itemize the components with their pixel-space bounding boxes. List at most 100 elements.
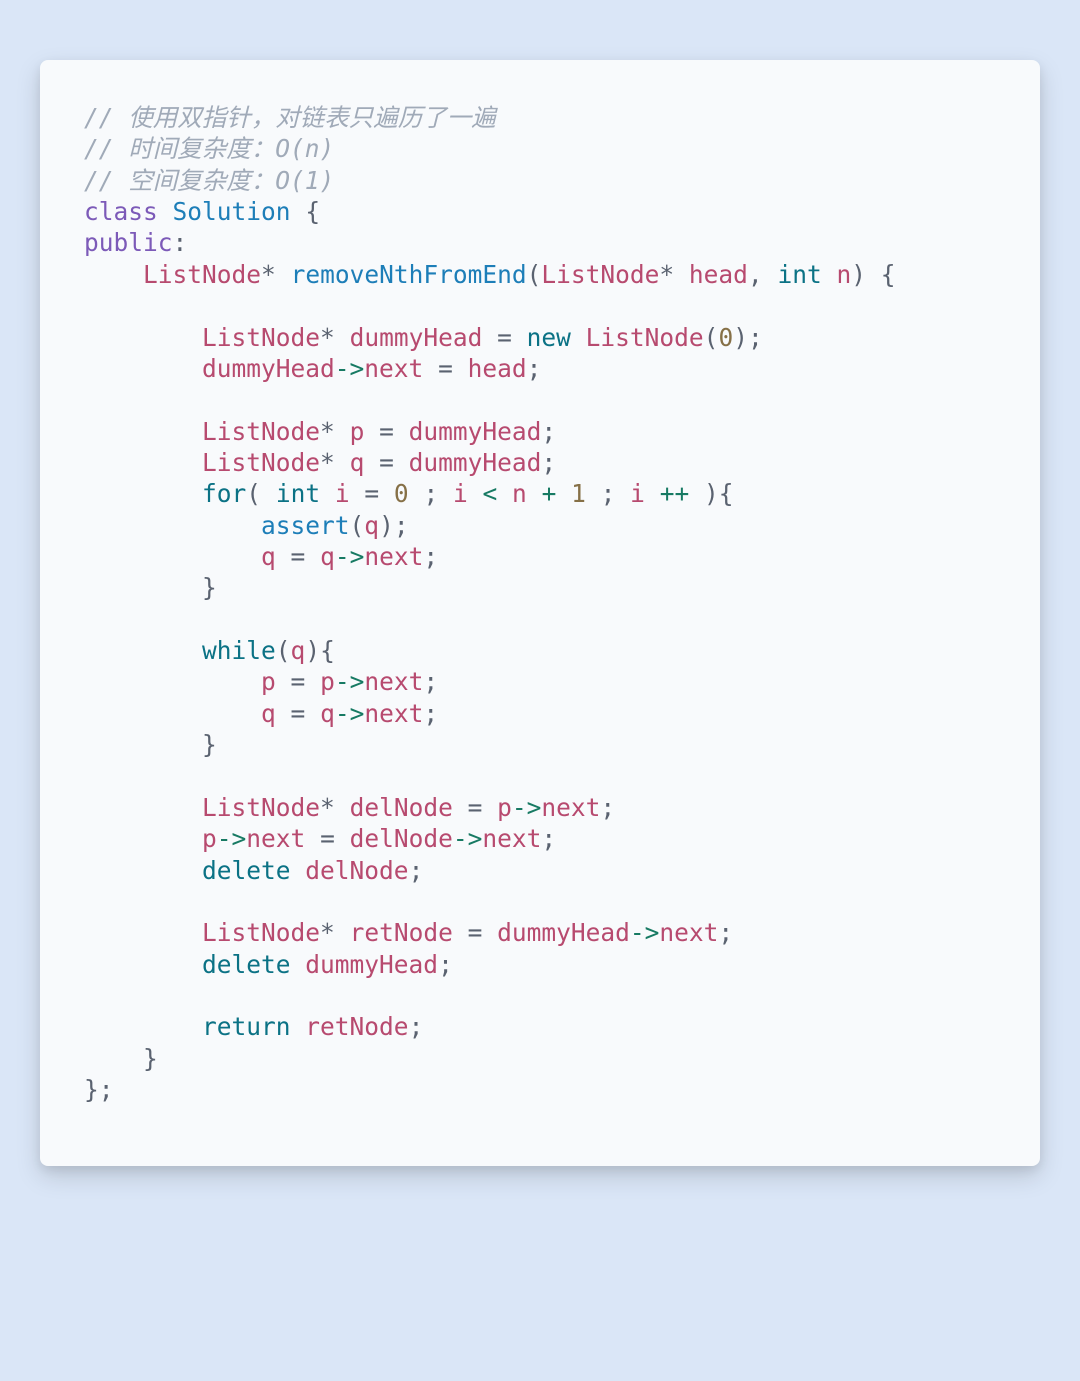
indent: [84, 260, 143, 289]
space: [261, 479, 276, 508]
brace: }: [143, 1044, 158, 1073]
code-card: // 使用双指针，对链表只遍历了一遍 // 时间复杂度：O(n) // 空间复杂…: [40, 60, 1040, 1166]
kw-delete: delete: [202, 950, 291, 979]
var: i: [335, 479, 350, 508]
assign: =: [468, 918, 483, 947]
star: *: [320, 793, 335, 822]
indent: [84, 824, 202, 853]
space: [335, 824, 350, 853]
space: [335, 793, 350, 822]
space: [409, 479, 424, 508]
star: *: [320, 323, 335, 352]
space: [571, 323, 586, 352]
space: [423, 354, 438, 383]
semi: ;: [438, 950, 453, 979]
var: dummyHead: [202, 354, 335, 383]
type: ListNode: [202, 918, 320, 947]
space: [453, 918, 468, 947]
kw-while: while: [202, 636, 276, 665]
brace: {: [881, 260, 896, 289]
assign: =: [320, 824, 335, 853]
op: ++: [660, 479, 690, 508]
member: next: [364, 667, 423, 696]
space: [497, 479, 512, 508]
paren: (: [276, 636, 291, 665]
assign: =: [379, 448, 394, 477]
var: p: [350, 417, 365, 446]
var: q: [320, 542, 335, 571]
member: next: [659, 918, 718, 947]
paren: (: [246, 479, 261, 508]
member: next: [541, 793, 600, 822]
semi: ;: [541, 448, 556, 477]
space: [645, 479, 660, 508]
semi: ;: [600, 793, 615, 822]
comma: ,: [748, 260, 763, 289]
space: [305, 824, 320, 853]
space: [468, 479, 483, 508]
space: [556, 479, 571, 508]
paren: (: [527, 260, 542, 289]
arrow: ->: [335, 354, 365, 383]
space: [364, 448, 379, 477]
brace: }: [202, 573, 217, 602]
space: [320, 479, 335, 508]
indent: [84, 1044, 143, 1073]
indent: [84, 542, 261, 571]
var: dummyHead: [409, 448, 542, 477]
member: next: [364, 542, 423, 571]
var: dummyHead: [305, 950, 438, 979]
var: q: [261, 542, 276, 571]
semi: ;: [409, 1012, 424, 1041]
semi: ;: [394, 511, 409, 540]
indent: [84, 699, 261, 728]
space: [615, 479, 630, 508]
space: [482, 793, 497, 822]
space: [482, 918, 497, 947]
kw-return: return: [202, 1012, 291, 1041]
indent: [84, 417, 202, 446]
space: [335, 417, 350, 446]
var: q: [364, 511, 379, 540]
type: ListNode: [202, 448, 320, 477]
type: ListNode: [143, 260, 261, 289]
op: <: [483, 479, 498, 508]
semi: ;: [541, 417, 556, 446]
var: p: [320, 667, 335, 696]
space: [453, 793, 468, 822]
indent: [84, 950, 202, 979]
var: retNode: [350, 918, 453, 947]
var: q: [320, 699, 335, 728]
semi: ;: [601, 479, 616, 508]
space: [335, 323, 350, 352]
space: [335, 448, 350, 477]
space: [276, 699, 291, 728]
indent: [84, 479, 202, 508]
var: delNode: [350, 793, 453, 822]
member: next: [482, 824, 541, 853]
kw-int: int: [777, 260, 821, 289]
param: head: [689, 260, 748, 289]
space: [291, 856, 306, 885]
brace: {: [320, 636, 335, 665]
end: };: [84, 1075, 114, 1104]
space: [276, 260, 291, 289]
space: [291, 197, 306, 226]
var: p: [261, 667, 276, 696]
kw-public: public: [84, 228, 173, 257]
space: [394, 448, 409, 477]
semi: ;: [423, 542, 438, 571]
space: [822, 260, 837, 289]
space: [305, 699, 320, 728]
var: retNode: [305, 1012, 408, 1041]
space: [689, 479, 704, 508]
semi: ;: [541, 824, 556, 853]
assign: =: [291, 667, 306, 696]
space: [763, 260, 778, 289]
space: [305, 667, 320, 696]
indent: [84, 636, 202, 665]
member: next: [364, 699, 423, 728]
comment-line: // 使用双指针，对链表只遍历了一遍: [84, 103, 496, 132]
arrow: ->: [217, 824, 247, 853]
star: *: [320, 448, 335, 477]
